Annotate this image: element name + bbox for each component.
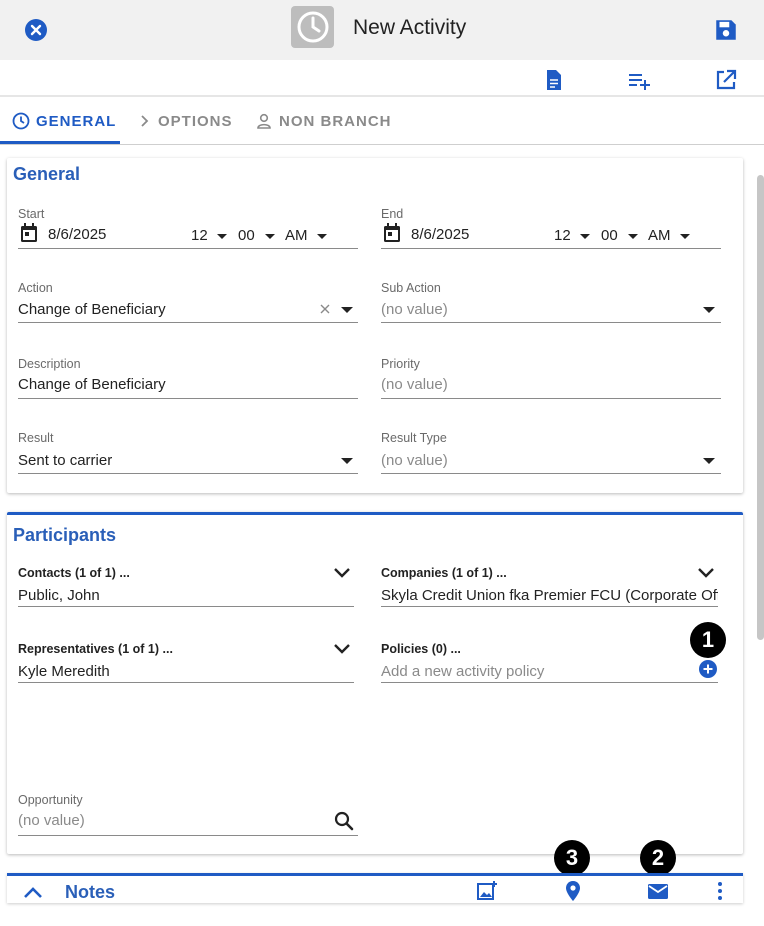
field-label: Contacts (1 of 1) ... [18,566,130,580]
policies-input[interactable]: Add a new activity policy [381,663,681,680]
tab-general[interactable]: GENERAL [12,98,116,144]
start-date[interactable]: 8/6/2025 [48,226,106,243]
field-label: Result [18,431,54,445]
field-label: Representatives (1 of 1) ... [18,642,173,656]
field-label: Start [18,207,45,221]
action-value: Change of Beneficiary [18,301,166,318]
description-value[interactable]: Change of Beneficiary [18,376,348,393]
add-circle-icon[interactable] [699,660,717,678]
field-label: Result Type [381,431,447,445]
opportunity-value[interactable]: (no value) [18,812,318,829]
chevron-down-icon[interactable] [333,642,351,656]
contacts-value[interactable]: Public, John [18,587,348,604]
callout-badge-1: 1 [690,622,726,658]
priority-value[interactable]: (no value) [381,376,711,393]
location-pin-icon[interactable] [562,880,584,902]
field-label: Sub Action [381,281,441,295]
companies-field[interactable]: Companies (1 of 1) ... Skyla Credit Unio… [381,566,718,607]
sub-action-select[interactable]: Sub Action (no value) [381,281,721,324]
chevron-down-icon[interactable] [703,307,715,313]
callout-badge-3: 3 [554,840,590,876]
chevron-down-icon[interactable] [317,234,327,239]
calendar-icon[interactable] [20,223,38,243]
section-title-participants: Participants [13,525,117,545]
page-title: New Activity [353,16,467,39]
chevron-right-icon [141,115,149,127]
representatives-field[interactable]: Representatives (1 of 1) ... Kyle Meredi… [18,642,354,683]
result-type-select[interactable]: Result Type (no value) [381,431,721,474]
description-field[interactable]: Description Change of Beneficiary [18,357,358,400]
app-header: New Activity [0,0,764,60]
chevron-down-icon[interactable] [580,234,590,239]
section-title-notes: Notes [65,882,116,902]
tab-non-branch[interactable]: NON BRANCH [255,98,392,144]
add-photo-icon[interactable] [476,880,498,902]
open-external-icon[interactable] [714,68,738,92]
field-label: Action [18,281,53,295]
more-vert-icon[interactable] [709,880,731,902]
end-date[interactable]: 8/6/2025 [411,226,469,243]
tab-options[interactable]: OPTIONS [138,98,233,144]
contacts-field[interactable]: Contacts (1 of 1) ... Public, John [18,566,354,607]
save-icon[interactable] [713,17,739,43]
chevron-down-icon[interactable] [680,234,690,239]
chevron-down-icon[interactable] [333,566,351,580]
sub-action-value: (no value) [381,301,448,318]
companies-value[interactable]: Skyla Credit Union fka Premier FCU (Corp… [381,587,718,604]
start-ampm[interactable]: AM [285,227,308,244]
tab-bar: GENERAL OPTIONS NON BRANCH [0,98,764,145]
close-icon[interactable] [24,18,48,42]
chevron-down-icon[interactable] [341,458,353,464]
start-minute[interactable]: 00 [238,227,255,244]
field-label: Policies (0) ... [381,642,461,656]
playlist-add-icon[interactable] [627,68,651,92]
start-hour[interactable]: 12 [191,227,208,244]
field-label: End [381,207,404,221]
clock-icon [12,112,30,130]
action-select[interactable]: Action Change of Beneficiary [18,281,358,324]
tab-label: NON BRANCH [279,112,392,130]
chevron-down-icon[interactable] [265,234,275,239]
general-card: General Start 8/6/2025 12 00 AM End 8/6/… [7,158,743,493]
calendar-icon[interactable] [383,223,401,243]
chevron-down-icon[interactable] [628,234,638,239]
start-datetime[interactable]: Start 8/6/2025 12 00 AM [18,207,358,249]
participants-card: Participants Contacts (1 of 1) ... Publi… [7,512,743,854]
result-type-value: (no value) [381,452,448,469]
result-select[interactable]: Result Sent to carrier [18,431,358,474]
action-toolbar [0,60,764,97]
notes-section-header[interactable]: Notes [7,873,743,903]
callout-badge-2: 2 [640,840,676,876]
policies-field[interactable]: Policies (0) ... Add a new activity poli… [381,642,718,683]
chevron-down-icon[interactable] [341,307,353,313]
representatives-value[interactable]: Kyle Meredith [18,663,348,680]
email-icon[interactable] [647,880,669,902]
clock-icon [297,11,328,43]
tab-label: OPTIONS [158,112,233,130]
end-minute[interactable]: 00 [601,227,618,244]
field-label: Priority [381,357,420,371]
field-label: Description [18,357,81,371]
chevron-up-icon[interactable] [23,885,43,899]
end-datetime[interactable]: End 8/6/2025 12 00 AM [381,207,721,249]
field-label: Opportunity [18,793,83,807]
opportunity-field[interactable]: Opportunity (no value) [18,793,358,836]
chevron-down-icon[interactable] [697,566,715,580]
priority-field[interactable]: Priority (no value) [381,357,721,400]
end-hour[interactable]: 12 [554,227,571,244]
activity-logo [291,6,334,48]
search-icon[interactable] [334,811,354,831]
field-label: Companies (1 of 1) ... [381,566,507,580]
scrollbar[interactable] [757,175,764,640]
clear-icon[interactable] [319,303,331,315]
end-ampm[interactable]: AM [648,227,671,244]
result-value: Sent to carrier [18,452,113,469]
tab-label: GENERAL [36,112,117,130]
chevron-down-icon[interactable] [703,458,715,464]
active-tab-indicator [0,141,120,144]
chevron-down-icon[interactable] [217,234,227,239]
document-icon[interactable] [542,68,566,92]
section-title-general: General [13,164,81,184]
person-icon [257,113,271,129]
